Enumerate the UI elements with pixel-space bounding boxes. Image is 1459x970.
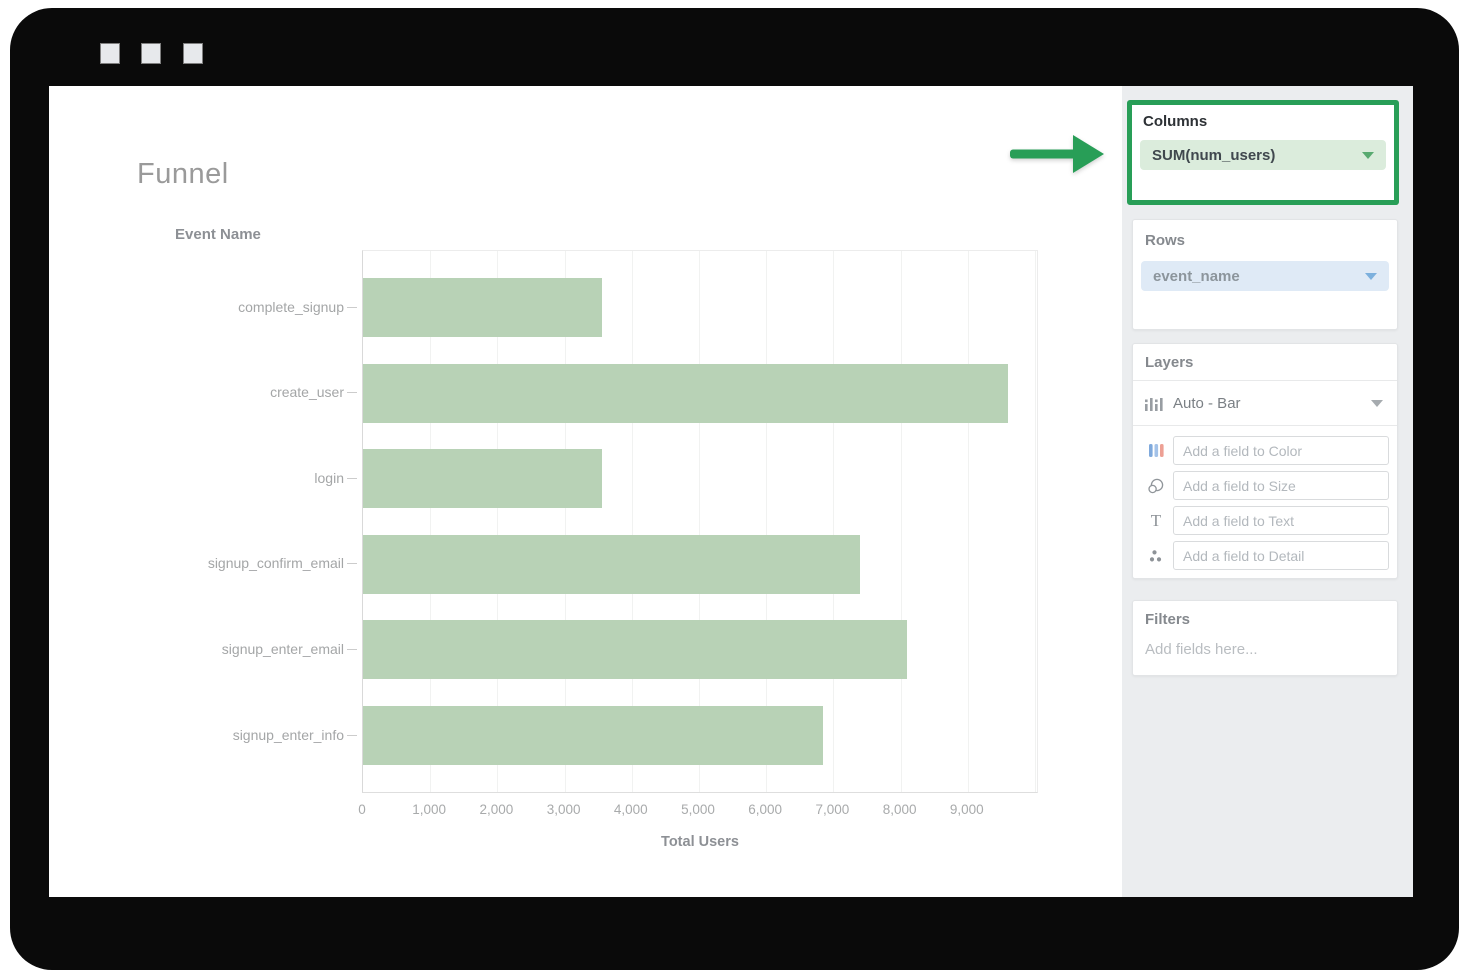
category-label: signup_enter_email [49,641,344,657]
text-field-row: T [1139,506,1389,535]
category-tick [347,563,357,564]
content-area: Funnel Event Name complete_signup create_… [49,86,1413,897]
color-field-row [1139,436,1389,465]
category-tick [347,735,357,736]
y-axis-title: Event Name [175,226,261,243]
chevron-down-icon[interactable] [1371,400,1383,407]
size-field-row [1139,471,1389,500]
chevron-down-icon[interactable] [1362,152,1374,159]
properties-panel: Columns SUM(num_users) Rows event_name L… [1122,86,1413,897]
color-field-input[interactable] [1173,436,1389,465]
category-tick [347,478,357,479]
window-button-2[interactable] [141,43,161,64]
rows-section: Rows event_name [1132,219,1398,330]
text-icon: T [1139,512,1173,529]
columns-field-pill[interactable]: SUM(num_users) [1140,140,1386,170]
gridline [1035,251,1036,792]
chevron-down-icon[interactable] [1365,273,1377,280]
layers-header: Layers [1133,344,1397,381]
category-label: signup_enter_info [49,727,344,743]
rows-field-pill[interactable]: event_name [1141,261,1389,291]
layers-section: Layers Auto - Bar [1132,343,1398,579]
x-tick-label: 9,000 [927,802,1007,817]
x-axis-title: Total Users [620,834,780,850]
category-label: login [49,470,344,486]
color-icon [1139,443,1173,458]
mini-bar-chart-icon [1145,395,1163,411]
text-field-input[interactable] [1173,506,1389,535]
layer-type-label: Auto - Bar [1173,395,1241,412]
category-label: complete_signup [49,299,344,315]
filters-placeholder[interactable]: Add fields here... [1145,641,1385,658]
bar-complete_signup[interactable] [363,278,602,337]
rows-field-label: event_name [1153,268,1240,285]
gridline [833,251,834,792]
size-icon [1139,478,1173,494]
detail-icon [1139,549,1173,563]
window-button-3[interactable] [183,43,203,64]
hint-arrow-icon [1010,135,1104,173]
gridline [968,251,969,792]
category-label: create_user [49,384,344,400]
filters-section: Filters Add fields here... [1132,600,1398,676]
bar-login[interactable] [363,449,602,508]
bar-signup_confirm_email[interactable] [363,535,860,594]
gridline [901,251,902,792]
chart-title: Funnel [137,158,229,191]
size-field-input[interactable] [1173,471,1389,500]
bar-signup_enter_info[interactable] [363,706,823,765]
category-tick [347,649,357,650]
window-button-1[interactable] [100,43,120,64]
titlebar [10,8,1459,86]
columns-header: Columns [1143,113,1386,130]
layer-type-selector[interactable]: Auto - Bar [1133,381,1397,426]
columns-field-label: SUM(num_users) [1152,147,1275,164]
app-window: Funnel Event Name complete_signup create_… [10,8,1459,970]
columns-section-highlighted: Columns SUM(num_users) [1127,100,1399,205]
plot-area [362,250,1038,793]
category-label: signup_confirm_email [49,555,344,571]
category-tick [347,307,357,308]
detail-field-input[interactable] [1173,541,1389,570]
detail-field-row [1139,541,1389,570]
category-tick [347,392,357,393]
bar-signup_enter_email[interactable] [363,620,907,679]
filters-header: Filters [1145,611,1385,628]
chart-canvas: Funnel Event Name complete_signup create_… [49,86,1122,897]
rows-header: Rows [1145,232,1389,249]
bar-create_user[interactable] [363,364,1008,423]
